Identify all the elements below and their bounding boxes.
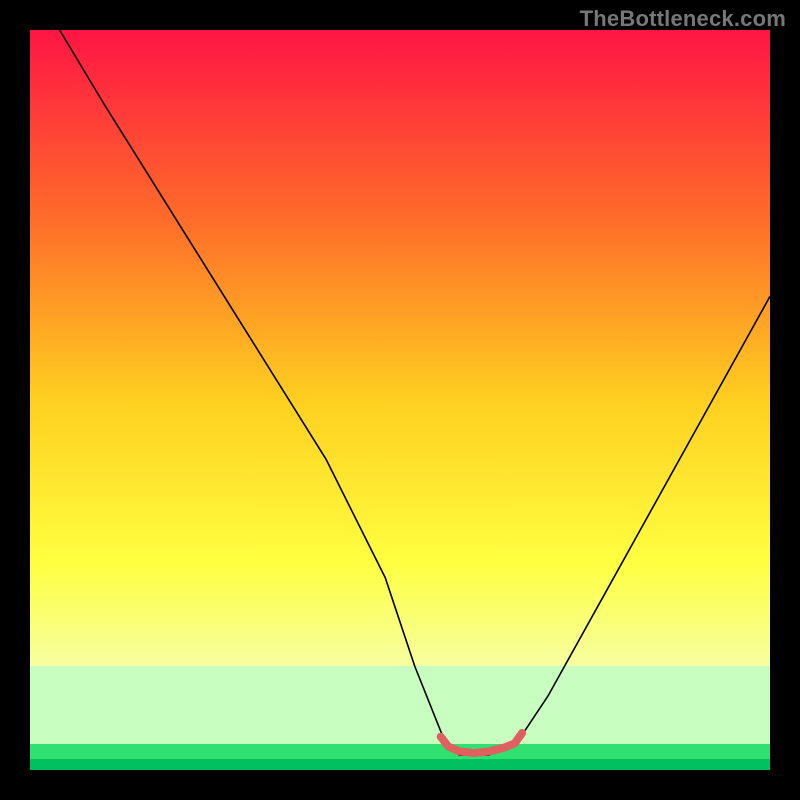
curve-layer bbox=[30, 30, 770, 770]
plot-area bbox=[30, 30, 770, 770]
optimal-zone-marker bbox=[441, 733, 522, 753]
watermark-text: TheBottleneck.com bbox=[580, 6, 786, 32]
bottleneck-curve bbox=[60, 30, 770, 755]
chart-frame: TheBottleneck.com bbox=[0, 0, 800, 800]
